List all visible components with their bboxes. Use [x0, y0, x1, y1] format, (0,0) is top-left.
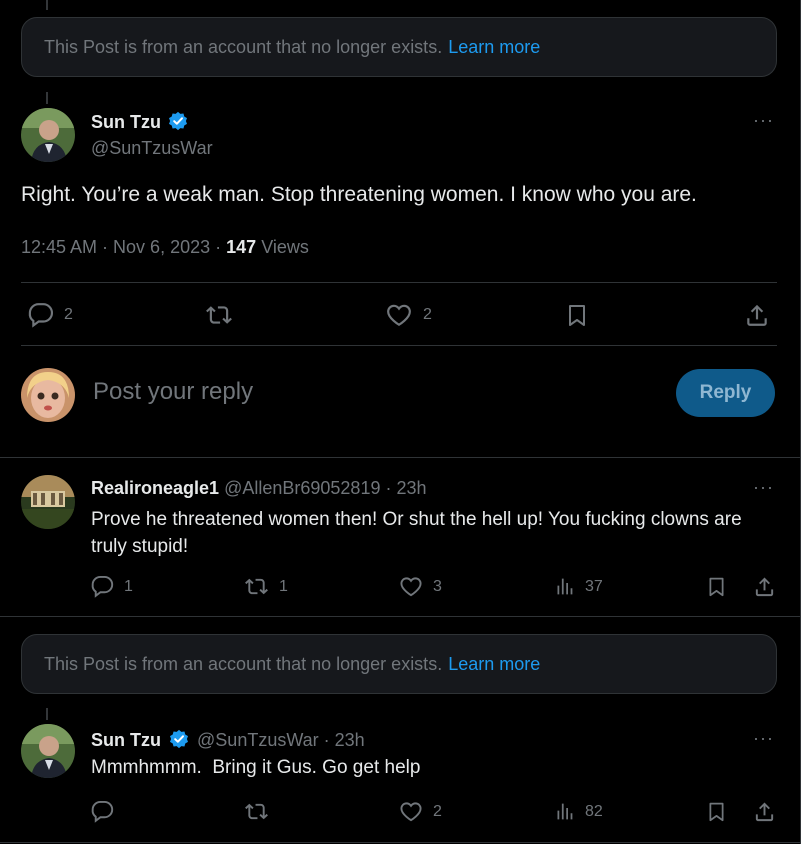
- repost-icon: [245, 578, 268, 595]
- verified-badge-icon: [170, 729, 189, 749]
- like-icon: [400, 802, 422, 822]
- post-text: Right. You’re a weak man. Stop threateni…: [21, 183, 697, 206]
- reply-action[interactable]: [91, 800, 114, 823]
- divider: [21, 282, 777, 283]
- reply-text: Mmmhmmm. Bring it Gus. Go get help: [91, 757, 421, 778]
- reply-author-handle[interactable]: @SunTzusWar · 23h: [197, 730, 365, 750]
- learn-more-link[interactable]: Learn more: [448, 654, 540, 675]
- like-action[interactable]: 2: [399, 800, 442, 823]
- reply-author-handle[interactable]: @AllenBr69052819 · 23h: [224, 478, 426, 498]
- bookmark-icon: [569, 305, 585, 326]
- avatar-photo: [21, 475, 75, 529]
- notice-text: This Post is from an account that no lon…: [44, 36, 443, 57]
- reply-action[interactable]: 1: [91, 575, 133, 598]
- share-icon: [755, 577, 774, 597]
- thread-line: [46, 0, 48, 10]
- bookmark-icon: [709, 577, 724, 597]
- reply-count: 2: [64, 306, 73, 323]
- share-action[interactable]: [753, 800, 776, 823]
- views-label: Views: [261, 237, 309, 257]
- like-count: 2: [433, 802, 442, 820]
- views-count: 37: [585, 577, 603, 595]
- like-count: 3: [433, 577, 442, 595]
- repost-action[interactable]: [205, 302, 233, 328]
- reply-icon: [28, 303, 54, 328]
- repost-icon: [245, 803, 268, 820]
- reply-button[interactable]: Reply: [676, 369, 775, 417]
- post-timestamp[interactable]: 12:45 AM · Nov 6, 2023 ·: [21, 237, 221, 257]
- bookmark-icon: [709, 802, 724, 822]
- reply-author-name[interactable]: Sun Tzu: [91, 730, 161, 750]
- author-name[interactable]: Sun Tzu: [91, 112, 161, 132]
- reply-author-avatar[interactable]: [21, 475, 75, 529]
- divider: [0, 616, 801, 617]
- reply-header: Sun Tzu @SunTzusWar · 23h: [91, 729, 365, 751]
- share-icon: [755, 802, 774, 822]
- more-icon[interactable]: ···: [753, 110, 774, 131]
- like-icon: [387, 304, 411, 327]
- thread-line: [46, 708, 48, 720]
- author-name-row: Sun Tzu: [91, 111, 188, 133]
- verified-badge-icon: [169, 111, 188, 131]
- views-icon: [557, 578, 573, 595]
- share-action[interactable]: [744, 302, 770, 328]
- repost-action[interactable]: [244, 800, 269, 823]
- like-action[interactable]: 3: [399, 575, 442, 598]
- like-icon: [400, 577, 422, 597]
- reply-input[interactable]: Post your reply: [93, 378, 253, 406]
- author-handle[interactable]: @SunTzusWar: [91, 138, 213, 159]
- author-avatar[interactable]: [21, 108, 75, 162]
- reply-author-avatar[interactable]: [21, 724, 75, 778]
- more-icon[interactable]: ···: [753, 728, 774, 749]
- deleted-post-notice: This Post is from an account that no lon…: [21, 17, 777, 77]
- repost-count: 1: [279, 577, 288, 595]
- repost-icon: [206, 306, 232, 324]
- post-meta: 12:45 AM · Nov 6, 2023 · 147 Views: [21, 237, 309, 258]
- notice-text: This Post is from an account that no lon…: [44, 653, 443, 674]
- share-action[interactable]: [753, 575, 776, 598]
- views-action[interactable]: 82: [554, 800, 603, 823]
- divider: [21, 345, 777, 346]
- avatar-photo: [21, 724, 75, 778]
- divider: [0, 457, 801, 458]
- reply-count: 1: [124, 577, 133, 595]
- views-icon: [557, 803, 573, 820]
- reply-icon: [91, 575, 114, 598]
- reply-icon: [91, 800, 114, 823]
- my-avatar[interactable]: [21, 368, 75, 422]
- reply-text: Prove he threatened women then! Or shut …: [91, 509, 742, 557]
- avatar-photo: [21, 108, 75, 162]
- reply-author-name[interactable]: Realironeagle1: [91, 478, 219, 498]
- like-action[interactable]: 2: [385, 302, 432, 328]
- bookmark-action[interactable]: [706, 800, 727, 823]
- bookmark-action[interactable]: [706, 575, 727, 598]
- share-icon: [747, 304, 767, 326]
- thread-line: [46, 92, 48, 104]
- reply-action[interactable]: 2: [28, 302, 73, 328]
- views-action[interactable]: 37: [554, 575, 603, 598]
- reply-header: Realironeagle1 @AllenBr69052819 · 23h: [91, 478, 427, 499]
- bookmark-action[interactable]: [565, 302, 589, 328]
- views-count: 147: [226, 237, 257, 257]
- divider: [0, 842, 801, 843]
- repost-action[interactable]: 1: [244, 575, 288, 598]
- like-count: 2: [423, 306, 432, 323]
- avatar-photo: [21, 368, 75, 422]
- deleted-post-notice: This Post is from an account that no lon…: [21, 634, 777, 694]
- more-icon[interactable]: ···: [753, 477, 774, 498]
- learn-more-link[interactable]: Learn more: [448, 37, 540, 58]
- views-count: 82: [585, 802, 603, 820]
